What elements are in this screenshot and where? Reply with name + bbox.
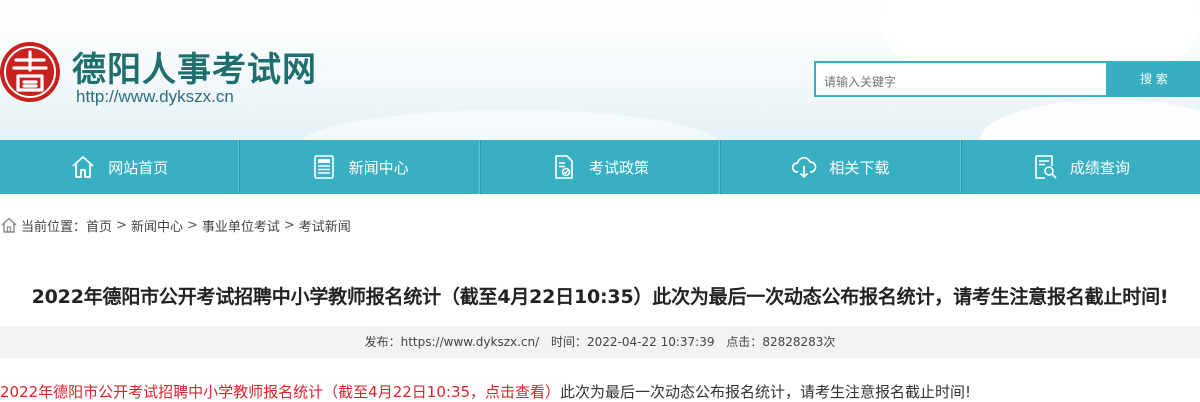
site-url[interactable]: http://www.dykszx.cn xyxy=(76,87,234,107)
cloud-download-icon xyxy=(792,156,817,178)
article-body-text: 此次为最后一次动态公布报名统计，请考生注意报名截止时间! xyxy=(560,383,972,401)
meta-clicks: 点击：82828283次 xyxy=(726,335,835,349)
article-meta: 发布：https://www.dykszx.cn/ 时间：2022-04-22 … xyxy=(0,326,1200,358)
meta-source-label: 发布： xyxy=(364,335,401,349)
article-attachment-link[interactable]: 2022年德阳市公开考试招聘中小学教师报名统计（截至4月22日10:35，点击查… xyxy=(0,383,560,401)
meta-source-value: https://www.dykszx.cn/ xyxy=(400,335,540,349)
nav-item-downloads[interactable]: 相关下载 xyxy=(720,140,961,194)
header-cloud xyxy=(300,110,720,140)
meta-clicks-value: 82828283次 xyxy=(762,335,836,349)
breadcrumb-prefix: 当前位置： xyxy=(21,219,87,235)
home-icon xyxy=(72,156,94,178)
nav-item-label: 网站首页 xyxy=(108,158,169,177)
search-button[interactable]: 搜 索 xyxy=(1108,61,1200,97)
breadcrumb-home[interactable]: 首页 xyxy=(86,216,112,235)
meta-clicks-label: 点击： xyxy=(726,335,763,349)
nav-item-score-query[interactable]: 成绩查询 xyxy=(960,140,1200,194)
search-document-icon xyxy=(1035,155,1057,179)
seal-logo-icon[interactable] xyxy=(0,40,64,104)
nav-item-label: 成绩查询 xyxy=(1069,158,1130,177)
nav-item-label: 新闻中心 xyxy=(348,158,409,177)
home-icon xyxy=(1,217,17,233)
breadcrumb-exam-news[interactable]: 考试新闻 xyxy=(299,216,351,235)
meta-time-value: 2022-04-22 10:37:39 xyxy=(587,335,715,349)
breadcrumb-separator: > xyxy=(283,217,295,233)
meta-time: 时间：2022-04-22 10:37:39 xyxy=(551,335,714,349)
news-icon xyxy=(313,155,334,179)
breadcrumb-separator: > xyxy=(186,217,198,233)
policy-document-icon xyxy=(555,155,573,179)
article-title: 2022年德阳市公开考试招聘中小学教师报名统计（截至4月22日10:35）此次为… xyxy=(31,286,1169,308)
breadcrumb: 当前位置： 首页 > 新闻中心 > 事业单位考试 > 考试新闻 xyxy=(0,212,351,238)
site-name[interactable]: 德阳人事考试网 xyxy=(72,42,317,91)
nav-item-label: 相关下载 xyxy=(829,158,890,177)
nav-item-label: 考试政策 xyxy=(589,158,650,177)
site-header: 德阳人事考试网 http://www.dykszx.cn 搜 索 xyxy=(0,0,1200,140)
header-cloud xyxy=(980,100,1200,140)
breadcrumb-separator: > xyxy=(116,217,127,233)
article-body: 2022年德阳市公开考试招聘中小学教师报名统计（截至4月22日10:35，点击查… xyxy=(0,381,971,402)
search-input[interactable] xyxy=(814,61,1108,97)
nav-item-policy[interactable]: 考试政策 xyxy=(479,140,721,194)
nav-item-home[interactable]: 网站首页 xyxy=(0,140,240,194)
breadcrumb-public-institution-exam[interactable]: 事业单位考试 xyxy=(202,216,280,235)
meta-source: 发布：https://www.dykszx.cn/ xyxy=(365,335,540,349)
main-nav: 网站首页 新闻中心 考试政策 相关下载 成绩查询 xyxy=(0,140,1200,194)
breadcrumb-news-center[interactable]: 新闻中心 xyxy=(131,216,183,235)
meta-time-label: 时间： xyxy=(551,335,588,349)
nav-item-news[interactable]: 新闻中心 xyxy=(239,140,480,194)
